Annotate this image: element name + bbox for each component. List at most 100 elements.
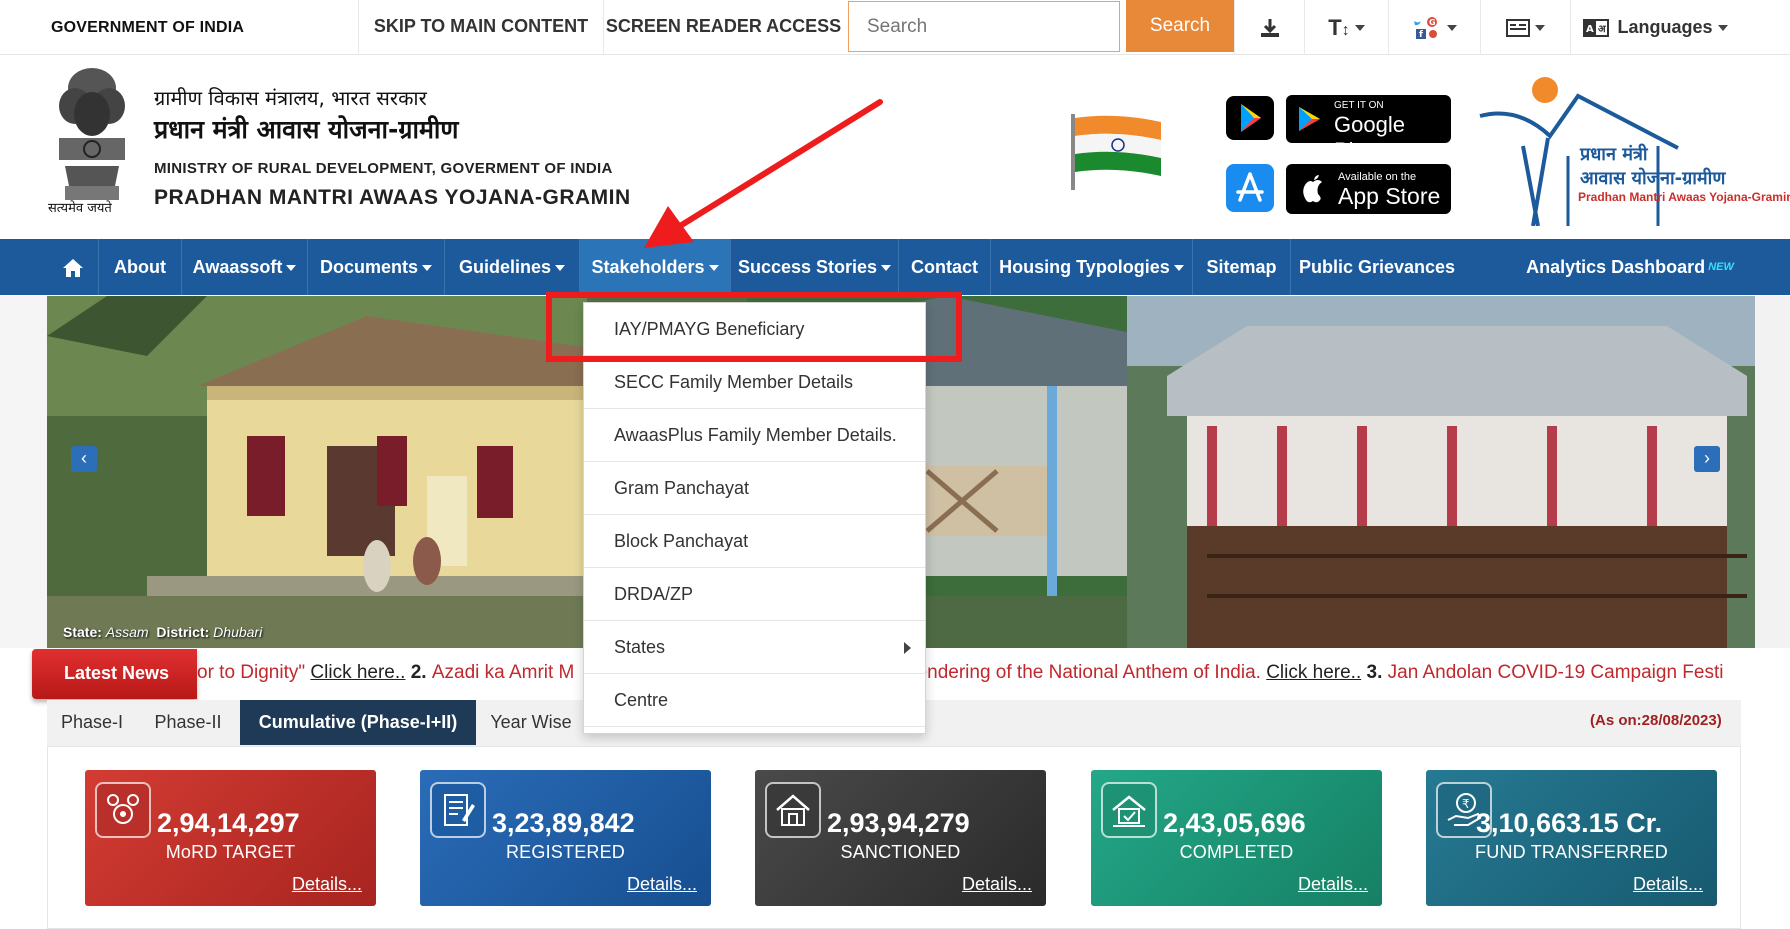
government-of-india-label: GOVERNMENT OF INDIA	[51, 19, 245, 36]
scheme-english: PRADHAN MANTRI AWAAS YOJANA-GRAMIN	[154, 186, 631, 209]
nav-public-grievances[interactable]: Public Grievances	[1291, 239, 1463, 295]
nav-contact[interactable]: Contact	[899, 239, 991, 295]
menu-item-drda-zp[interactable]: DRDA/ZP	[584, 568, 925, 621]
menu-item-block-panchayat[interactable]: Block Panchayat	[584, 515, 925, 568]
svg-text:A: A	[1586, 24, 1594, 35]
latest-news-badge: Latest News	[32, 649, 197, 699]
chevron-down-icon	[708, 265, 719, 272]
site-header: सत्यमेव जयते ग्रामीण विकास मंत्रालय, भार…	[0, 56, 1790, 239]
tab-phase-2[interactable]: Phase-II	[137, 700, 239, 745]
details-link[interactable]: Details...	[1633, 874, 1703, 895]
search-button[interactable]: Search	[1126, 0, 1234, 52]
sitemap-view-button[interactable]	[1480, 0, 1570, 55]
submenu-arrow-icon	[904, 642, 911, 654]
carousel-prev-button[interactable]: ‹	[71, 446, 97, 472]
play-store-app-button[interactable]	[1226, 96, 1274, 140]
tab-year-wise[interactable]: Year Wise	[476, 700, 586, 745]
completed-house-icon	[1101, 782, 1157, 838]
tab-phase-1[interactable]: Phase-I	[47, 700, 137, 745]
tab-cumulative[interactable]: Cumulative (Phase-I+II)	[240, 700, 476, 745]
stat-value: 2,94,14,297	[157, 808, 300, 838]
new-badge: NEW	[1708, 261, 1734, 273]
chevron-left-icon: ‹	[81, 448, 87, 468]
nav-housing-typologies[interactable]: Housing Typologies	[991, 239, 1193, 295]
ministry-hindi: ग्रामीण विकास मंत्रालय, भारत सरकार	[154, 86, 427, 110]
stat-label: REGISTERED	[505, 842, 626, 862]
registration-form-icon	[430, 782, 486, 838]
menu-item-secc-family-member-details[interactable]: SECC Family Member Details	[584, 356, 925, 409]
languages-dropdown[interactable]: Aअ Languages	[1570, 0, 1740, 55]
stat-label: FUND TRANSFERRED	[1475, 842, 1668, 862]
pmay-g-logo: प्रधान मंत्री आवास योजना-ग्रामीण Pradhan…	[1478, 76, 1790, 226]
carousel-next-button[interactable]: ›	[1694, 446, 1720, 472]
nav-contact-label: Contact	[911, 257, 978, 277]
nav-public-grievances-label: Public Grievances	[1298, 257, 1456, 277]
page-gutter-left	[0, 296, 47, 648]
news-segment: e rendering of the National Anthem of In…	[894, 662, 1267, 683]
nav-analytics-dashboard[interactable]: Analytics Dashboard NEW	[1510, 239, 1750, 295]
news-click-here-link[interactable]: Click here..	[310, 662, 405, 683]
page-gutter-right	[1755, 296, 1790, 648]
skip-to-main-content-link[interactable]: SKIP TO MAIN CONTENT	[358, 0, 603, 55]
details-link[interactable]: Details...	[962, 874, 1032, 895]
nav-guidelines[interactable]: Guidelines	[445, 239, 580, 295]
google-play-icon	[1241, 104, 1261, 132]
social-icon: G f	[1414, 16, 1437, 40]
stat-card-target: 2,94,14,297 MoRD TARGET Details...	[85, 770, 376, 906]
stat-value: 2,93,94,279	[827, 808, 970, 838]
stat-card-completed: 2,43,05,696 COMPLETED Details...	[1091, 770, 1382, 906]
app-store-small-text: Available on the	[1338, 171, 1417, 183]
stat-value: 3,23,89,842	[492, 808, 635, 838]
app-store-app-button[interactable]	[1226, 164, 1274, 212]
search-input[interactable]	[848, 1, 1120, 52]
chevron-down-icon	[881, 265, 892, 272]
download-icon	[1260, 18, 1279, 37]
text-size-icon: T↕	[1328, 14, 1350, 40]
nav-awaassoft[interactable]: Awaassoft	[182, 239, 308, 295]
nav-about[interactable]: About	[99, 239, 182, 295]
nav-sitemap-label: Sitemap	[1206, 257, 1277, 277]
nav-stakeholders-label: Stakeholders	[591, 257, 705, 277]
slide-district-value: Dhubari	[213, 624, 263, 640]
as-on-date: (As on:28/08/2023)	[1590, 712, 1722, 729]
nav-documents[interactable]: Documents	[308, 239, 445, 295]
nav-stakeholders[interactable]: Stakeholders	[580, 239, 731, 295]
svg-text:f: f	[1419, 30, 1423, 40]
stat-card-fund: ₹ 3,10,663.15 Cr. FUND TRANSFERRED Detai…	[1426, 770, 1717, 906]
language-icon: Aअ	[1583, 18, 1610, 37]
languages-label: Languages	[1617, 17, 1713, 37]
news-number: 2.	[405, 662, 432, 683]
chevron-down-icon	[286, 265, 297, 272]
details-link[interactable]: Details...	[292, 874, 362, 895]
text-size-button[interactable]: T↕	[1304, 0, 1388, 55]
app-store-badge[interactable]: Available on the App Store	[1286, 164, 1451, 214]
screen-reader-access-link[interactable]: SCREEN READER ACCESS	[603, 0, 843, 55]
highlight-box	[546, 292, 962, 362]
nav-analytics-dashboard-label: Analytics Dashboard	[1526, 257, 1706, 277]
news-click-here-link[interactable]: Click here..	[1266, 662, 1361, 683]
menu-item-states[interactable]: States	[584, 621, 925, 674]
nav-home[interactable]	[47, 239, 99, 295]
menu-item-awaasplus-family-member-details[interactable]: AwaasPlus Family Member Details.	[584, 409, 925, 462]
svg-text:₹: ₹	[1462, 797, 1470, 811]
news-number: 3.	[1361, 662, 1388, 683]
slide-caption: State: Assam District: Dhubari	[63, 624, 262, 640]
stat-value: 2,43,05,696	[1163, 808, 1306, 838]
google-play-badge[interactable]: GET IT ON Google Play	[1286, 95, 1451, 163]
details-link[interactable]: Details...	[1298, 874, 1368, 895]
menu-item-gram-panchayat[interactable]: Gram Panchayat	[584, 462, 925, 515]
google-play-small-text: GET IT ON	[1334, 100, 1384, 111]
stat-card-sanctioned: 2,93,94,279 SANCTIONED Details...	[755, 770, 1046, 906]
download-button[interactable]	[1234, 0, 1304, 55]
slide-state-value: Assam	[105, 624, 149, 640]
details-link[interactable]: Details...	[627, 874, 697, 895]
top-utility-bar: GOVERNMENT OF INDIA SKIP TO MAIN CONTENT…	[0, 0, 1790, 55]
social-media-button[interactable]: G f	[1388, 0, 1480, 55]
app-store-icon	[1236, 172, 1264, 202]
nav-sitemap[interactable]: Sitemap	[1193, 239, 1291, 295]
menu-item-states-label: States	[614, 637, 666, 657]
menu-item-centre[interactable]: Centre	[584, 674, 925, 727]
ministry-english: MINISTRY OF RURAL DEVELOPMENT, GOVERMENT…	[154, 160, 613, 177]
nav-success-stories[interactable]: Success Stories	[731, 239, 899, 295]
scheme-hindi: प्रधान मंत्री आवास योजना-ग्रामीण	[154, 115, 459, 144]
